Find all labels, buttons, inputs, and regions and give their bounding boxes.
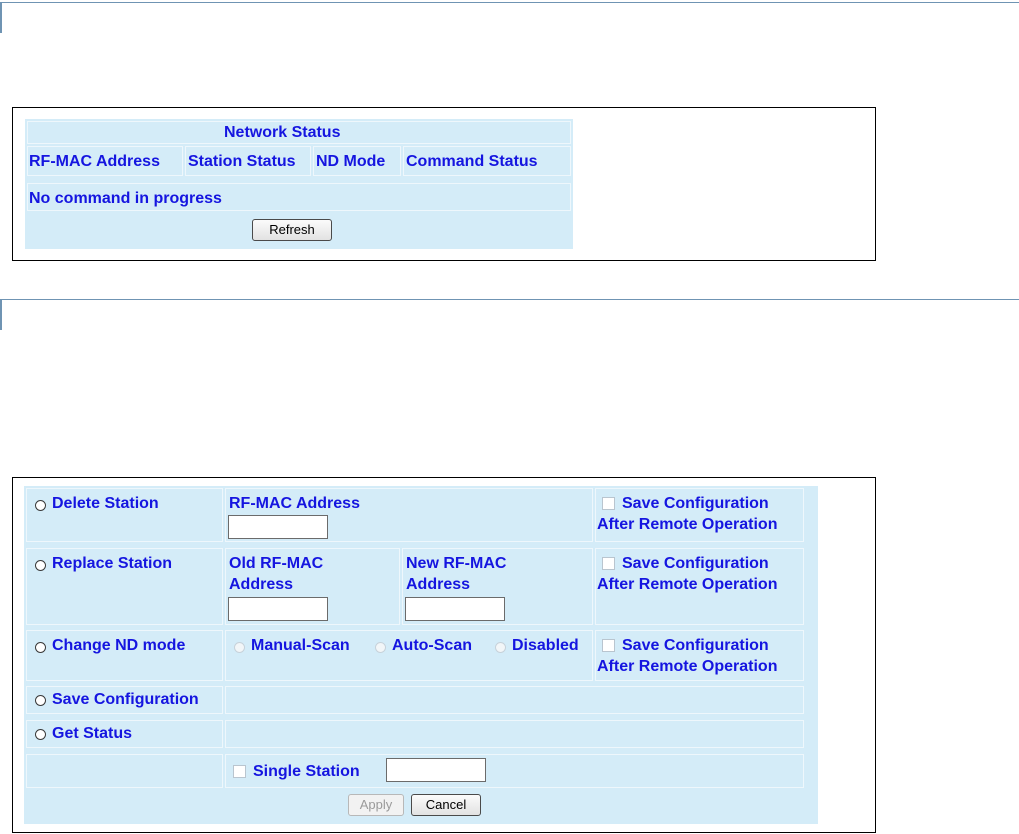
delete-station-radio[interactable] [35,500,46,511]
save-configuration-radio[interactable] [35,695,46,706]
replace-station-label: Replace Station [52,555,173,572]
change-nd-mode-save-label-1: Save Configuration [622,637,769,654]
replace-station-old-label-2: Address [229,576,294,593]
change-nd-mode-save-checkbox[interactable] [602,639,615,652]
network-status-frame: Network Status RF-MAC Address Station St… [12,107,876,261]
change-nd-mode-save-label-2: After Remote Operation [597,658,778,675]
replace-station-save-label-2: After Remote Operation [597,576,778,593]
apply-button[interactable]: Apply [348,794,404,816]
single-station-input[interactable] [386,758,486,782]
column-header-command-status-label: Command Status [406,153,538,170]
single-station-left-cell [26,754,223,788]
delete-station-save-checkbox[interactable] [602,497,615,510]
section-divider-top [0,2,1019,3]
replace-station-old-rf-mac-input[interactable] [228,597,328,621]
save-configuration-empty-cell [225,686,804,714]
network-status-title: Network Status [224,124,341,141]
column-header-nd-mode-label: ND Mode [316,153,386,170]
get-status-empty-cell [225,720,804,748]
column-header-rf-mac-label: RF-MAC Address [29,153,160,170]
section-marker-top [0,3,2,33]
get-status-label: Get Status [52,725,133,742]
single-station-label: Single Station [253,763,360,780]
replace-station-new-rf-mac-input[interactable] [405,597,505,621]
refresh-button[interactable]: Refresh [252,219,332,241]
delete-station-save-label-1: Save Configuration [622,495,769,512]
replace-station-radio[interactable] [35,560,46,571]
change-nd-mode-label: Change ND mode [52,637,186,654]
save-configuration-label: Save Configuration [52,691,199,708]
delete-station-rf-mac-input[interactable] [228,515,328,539]
column-header-station-status-label: Station Status [188,153,296,170]
section-divider-middle [0,299,1019,300]
section-marker-middle [0,300,2,330]
manual-scan-radio[interactable] [234,642,245,653]
replace-station-new-label-1: New RF-MAC [406,555,507,572]
get-status-radio[interactable] [35,729,46,740]
replace-station-save-label-1: Save Configuration [622,555,769,572]
delete-station-save-label-2: After Remote Operation [597,516,778,533]
remote-commands-frame: Delete Station RF-MAC Address Save Confi… [12,477,876,833]
change-nd-mode-radio[interactable] [35,642,46,653]
replace-station-new-label-2: Address [406,576,471,593]
manual-scan-label: Manual-Scan [251,637,350,654]
replace-station-save-checkbox[interactable] [602,557,615,570]
cancel-button[interactable]: Cancel [411,794,481,816]
auto-scan-label: Auto-Scan [392,637,472,654]
disabled-label: Disabled [512,637,579,654]
delete-station-rf-mac-label: RF-MAC Address [229,495,360,512]
replace-station-old-label-1: Old RF-MAC [229,555,324,572]
single-station-checkbox[interactable] [233,765,246,778]
command-status-message: No command in progress [29,190,222,207]
disabled-radio[interactable] [495,642,506,653]
auto-scan-radio[interactable] [375,642,386,653]
delete-station-label: Delete Station [52,495,159,512]
